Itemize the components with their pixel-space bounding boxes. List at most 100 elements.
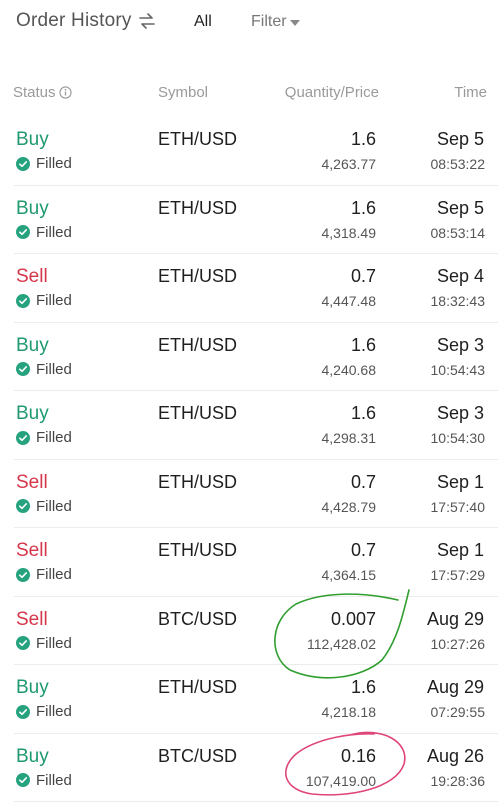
order-row[interactable]: Buy Filled ETH/USD 1.6 4,318.49 Sep 5 08… [0,186,498,255]
order-quantity: 0.7 [351,540,376,561]
order-status: Filled [16,155,72,172]
order-side: Sell [16,266,48,288]
order-symbol: ETH/USD [158,472,237,493]
order-row[interactable]: Sell Filled ETH/USD 0.7 4,428.79 Sep 1 1… [0,460,498,529]
order-side: Sell [16,540,48,562]
order-price: 4,218.18 [322,704,377,720]
order-quantity: 0.7 [351,472,376,493]
order-price: 4,240.68 [322,362,377,378]
order-price: 112,428.02 [307,636,376,652]
tab-all[interactable]: All [194,13,212,31]
title-group[interactable]: Order History [16,10,156,32]
order-quantity: 1.6 [351,198,376,219]
order-date: Aug 29 [427,609,484,630]
column-header-quantity-price: Quantity/Price [285,84,379,101]
order-status-label: Filled [36,498,72,515]
order-symbol: BTC/USD [158,609,237,630]
order-quantity: 1.6 [351,129,376,150]
order-status: Filled [16,292,72,309]
order-date: Sep 5 [437,198,484,219]
order-time: 08:53:22 [431,156,486,172]
order-row[interactable]: Sell Filled ETH/USD 0.7 4,364.15 Sep 1 1… [0,528,498,597]
check-circle-icon [16,568,30,582]
order-quantity: 1.6 [351,335,376,356]
order-quantity: 0.007 [331,609,376,630]
order-quantity: 0.7 [351,266,376,287]
order-symbol: ETH/USD [158,677,237,698]
order-price: 4,364.15 [322,567,377,583]
order-price: 4,447.48 [322,293,377,309]
order-status-label: Filled [36,635,72,652]
check-circle-icon [16,431,30,445]
column-header-time: Time [454,84,487,101]
chevron-down-icon [290,20,300,26]
order-time: 17:57:40 [431,499,486,515]
order-date: Aug 29 [427,677,484,698]
order-side: Buy [16,335,49,357]
swap-icon[interactable] [138,12,156,30]
check-circle-icon [16,705,30,719]
order-date: Sep 5 [437,129,484,150]
order-symbol: ETH/USD [158,403,237,424]
order-price: 4,298.31 [322,430,377,446]
order-status-label: Filled [36,566,72,583]
order-row[interactable]: Buy Filled BTC/USD 0.16 107,419.00 Aug 2… [0,734,498,802]
order-time: 10:54:30 [431,430,486,446]
order-time: 19:28:36 [431,773,486,789]
order-symbol: ETH/USD [158,540,237,561]
filter-dropdown[interactable]: Filter [251,13,300,31]
order-quantity: 0.16 [341,746,376,767]
order-price: 4,263.77 [322,156,377,172]
order-side: Sell [16,472,48,494]
order-date: Sep 1 [437,472,484,493]
column-header-symbol: Symbol [158,84,208,101]
check-circle-icon [16,636,30,650]
order-row[interactable]: Sell Filled ETH/USD 0.7 4,447.48 Sep 4 1… [0,254,498,323]
order-time: 18:32:43 [431,293,486,309]
order-status: Filled [16,635,72,652]
column-header-status: Status [13,84,72,101]
check-circle-icon [16,157,30,171]
order-time: 10:54:43 [431,362,486,378]
order-symbol: ETH/USD [158,129,237,150]
order-status-label: Filled [36,361,72,378]
check-circle-icon [16,773,30,787]
info-icon[interactable] [59,86,72,99]
check-circle-icon [16,225,30,239]
order-quantity: 1.6 [351,677,376,698]
order-side: Buy [16,403,49,425]
order-row[interactable]: Buy Filled ETH/USD 1.6 4,263.77 Sep 5 08… [0,117,498,186]
order-status-label: Filled [36,772,72,789]
order-date: Sep 3 [437,335,484,356]
column-status-label: Status [13,84,56,101]
order-row[interactable]: Buy Filled ETH/USD 1.6 4,298.31 Sep 3 10… [0,391,498,460]
order-row[interactable]: Sell Filled BTC/USD 0.007 112,428.02 Aug… [0,597,498,666]
order-status: Filled [16,772,72,789]
page-title: Order History [16,10,132,32]
order-symbol: ETH/USD [158,198,237,219]
order-date: Aug 26 [427,746,484,767]
order-status: Filled [16,703,72,720]
filter-label: Filter [251,13,287,31]
order-row[interactable]: Buy Filled ETH/USD 1.6 4,240.68 Sep 3 10… [0,323,498,392]
order-status-label: Filled [36,703,72,720]
order-row[interactable]: Buy Filled ETH/USD 1.6 4,218.18 Aug 29 0… [0,665,498,734]
check-circle-icon [16,294,30,308]
order-status: Filled [16,566,72,583]
order-time: 17:57:29 [431,567,486,583]
order-status: Filled [16,361,72,378]
order-side: Buy [16,198,49,220]
order-side: Buy [16,677,49,699]
order-status: Filled [16,224,72,241]
order-status-label: Filled [36,224,72,241]
order-time: 08:53:14 [431,225,486,241]
order-symbol: ETH/USD [158,266,237,287]
order-status-label: Filled [36,429,72,446]
order-status: Filled [16,429,72,446]
header: Order History All Filter [0,0,498,46]
order-date: Sep 1 [437,540,484,561]
order-status: Filled [16,498,72,515]
order-symbol: BTC/USD [158,746,237,767]
order-side: Buy [16,129,49,151]
order-symbol: ETH/USD [158,335,237,356]
